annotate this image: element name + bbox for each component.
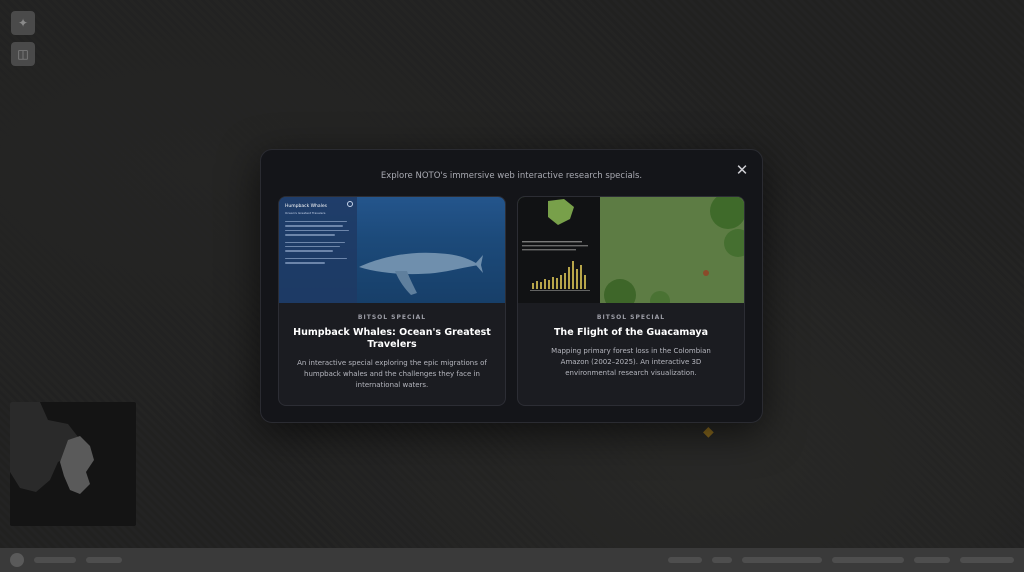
status-placeholder [742,557,822,563]
thumbnail-chart-panel [518,197,600,303]
modal-subtitle: Explore NOTO's immersive web interactive… [380,171,643,181]
card-humpback-whales[interactable]: Humpback Whales Ocean's Greatest Travele… [278,196,506,406]
card-description: Mapping primary forest loss in the Colom… [551,347,711,377]
card-flight-of-the-guacamaya[interactable]: BITSOL SPECIAL The Flight of the Guacama… [517,196,745,406]
close-icon [347,201,353,207]
card-title: Humpback Whales: Ocean's Greatest Travel… [293,327,491,350]
specials-modal: ✕ Explore NOTO's immersive web interacti… [260,149,763,423]
card-description: An interactive special exploring the epi… [297,359,487,389]
card-tag: BITSOL SPECIAL [596,314,666,321]
map-marker-icon: ◆ [703,424,714,440]
status-bar [0,548,1024,572]
compass-icon[interactable]: ✦ [11,11,35,35]
thumbnail-info-panel: Humpback Whales Ocean's Greatest Travele… [279,197,357,303]
status-placeholder [712,557,732,563]
card-thumbnail: Humpback Whales Ocean's Greatest Travele… [279,197,505,303]
card-thumbnail [518,197,744,303]
status-placeholder [960,557,1014,563]
status-placeholder [832,557,904,563]
status-placeholder [668,557,702,563]
card-title: The Flight of the Guacamaya [553,327,709,338]
status-placeholder [914,557,950,563]
card-tag: BITSOL SPECIAL [357,314,427,321]
thumbnail-panel-subtitle: Ocean's Greatest Travelers [285,211,326,215]
thumbnail-panel-title: Humpback Whales [285,204,328,209]
brand-logo-icon [10,553,24,567]
whale-illustration [359,252,483,295]
layers-icon[interactable]: ◫ [11,42,35,66]
status-placeholder [86,557,122,563]
minimap[interactable] [10,402,136,526]
forest-map-illustration [600,197,744,303]
status-placeholder [34,557,76,563]
